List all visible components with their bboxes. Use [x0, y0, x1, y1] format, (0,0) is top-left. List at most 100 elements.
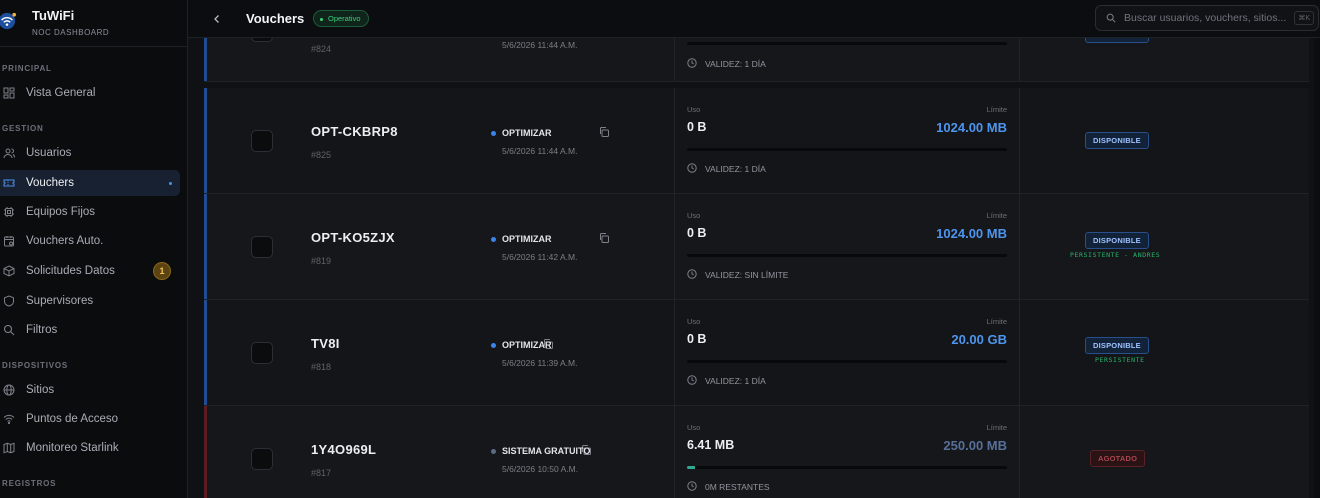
sidebar-item-equipos-fijos[interactable]: Equipos Fijos	[0, 199, 180, 225]
uso-label: Uso	[687, 211, 701, 220]
brand: TuWiFi NOC DASHBOARD	[0, 0, 187, 46]
validity: VALIDEZ: 1 DÍA	[705, 59, 766, 69]
ticket-icon	[3, 177, 15, 189]
voucher-id: #825	[311, 150, 332, 160]
active-indicator	[169, 181, 172, 185]
wifi-icon	[3, 413, 15, 425]
row-accent	[204, 406, 207, 498]
voucher-plan: OPTIMIZAR	[502, 128, 552, 138]
wifi-logo-icon	[0, 12, 16, 30]
sidebar-item-solicitudes-datos[interactable]: Solicitudes Datos 1	[0, 258, 180, 284]
voucher-row[interactable]: 1Y4O969L #817 SISTEMA GRATUITO 5/6/2026 …	[204, 406, 1309, 498]
sidebar-item-label: Supervisores	[26, 295, 94, 307]
voucher-id: #818	[311, 362, 332, 372]
validity: VALIDEZ: 1 DÍA	[705, 164, 766, 174]
clock-icon	[687, 269, 697, 279]
clock-icon	[687, 481, 697, 491]
voucher-row[interactable]: OPT-KO5ZJX #819 OPTIMIZAR 5/6/2026 11:42…	[204, 194, 1309, 300]
persistent-tag: PERSISTENTE	[1095, 356, 1145, 364]
voucher-plan: SISTEMA GRATUITO	[502, 446, 591, 456]
limite-value: 1024.00 MB	[936, 226, 1007, 241]
status-badge: AGOTADO	[1090, 450, 1146, 467]
status-badge: DISPONIBLE	[1085, 232, 1149, 249]
map-icon	[3, 442, 15, 454]
usage-panel: Uso Límite 0 B 1024.00 MB VALIDEZ: SIN L…	[674, 194, 1020, 300]
sidebar-item-label: Monitoreo Starlink	[26, 442, 119, 454]
row-accent	[204, 194, 207, 299]
voucher-date: 5/6/2026 11:44 A.M.	[502, 146, 578, 156]
sidebar-item-sitios[interactable]: Sitios	[0, 377, 180, 403]
sidebar-item-label: Usuarios	[26, 147, 72, 159]
sidebar-item-label: Vista General	[26, 87, 96, 99]
shield-icon	[3, 295, 15, 307]
count-badge: 1	[153, 262, 171, 280]
row-checkbox[interactable]	[251, 342, 273, 364]
sidebar-item-label: Solicitudes Datos	[26, 265, 115, 277]
row-checkbox[interactable]	[251, 236, 273, 258]
sidebar: TuWiFi NOC DASHBOARD PRINCIPAL Vista Gen…	[0, 0, 188, 498]
copy-icon[interactable]	[598, 231, 610, 243]
voucher-code: OPT-KO5ZJX	[311, 230, 395, 245]
chip-icon	[3, 206, 15, 218]
voucher-id: #824	[311, 44, 332, 54]
uso-value: 0 B	[687, 120, 707, 134]
search-input[interactable]	[1124, 12, 1292, 24]
limite-value: 20.00 GB	[951, 332, 1007, 347]
status-label: Operativo	[328, 14, 361, 23]
validity: VALIDEZ: SIN LÍMITE	[705, 270, 789, 280]
calendar-icon	[3, 235, 15, 247]
divider	[0, 46, 187, 47]
sidebar-item-filtros[interactable]: Filtros	[0, 317, 180, 343]
header: Vouchers Operativo ⌘K	[188, 0, 1320, 38]
section-label-gestion: GESTION	[2, 124, 44, 133]
shortcut-hint: ⌘K	[1294, 11, 1314, 25]
sidebar-item-monitoreo-starlink[interactable]: Monitoreo Starlink	[0, 435, 180, 461]
uso-value: 6.41 MB	[687, 438, 735, 452]
plan-dot-icon	[491, 343, 496, 348]
plan-dot-icon	[491, 449, 496, 454]
validity: 0M RESTANTES	[705, 482, 770, 492]
globe-icon	[3, 384, 15, 396]
sidebar-item-usuarios[interactable]: Usuarios	[0, 140, 180, 166]
page-title: Vouchers	[246, 11, 305, 26]
voucher-plan: OPTIMIZAR	[502, 234, 552, 244]
sidebar-item-supervisores[interactable]: Supervisores	[0, 288, 180, 314]
clock-icon	[687, 58, 697, 68]
sidebar-item-label: Vouchers	[26, 177, 74, 189]
row-checkbox[interactable]	[251, 448, 273, 470]
usage-bar	[687, 360, 1007, 363]
voucher-date: 5/6/2026 10:50 A.M.	[502, 464, 579, 474]
box-icon	[3, 265, 15, 277]
copy-icon[interactable]	[598, 125, 610, 137]
search-icon	[1106, 13, 1116, 23]
sidebar-item-vista-general[interactable]: Vista General	[0, 80, 180, 106]
sidebar-item-label: Sitios	[26, 384, 55, 396]
scrollbar[interactable]	[1314, 38, 1320, 498]
voucher-row[interactable]: TV8I #818 OPTIMIZAR 5/6/2026 11:39 A.M. …	[204, 300, 1309, 406]
sidebar-item-vouchers[interactable]: Vouchers	[0, 170, 180, 196]
section-label-principal: PRINCIPAL	[2, 64, 52, 73]
sidebar-item-vouchers-auto[interactable]: Vouchers Auto.	[0, 228, 180, 254]
sidebar-item-label: Filtros	[26, 324, 58, 336]
sidebar-item-puntos-de-acceso[interactable]: Puntos de Acceso	[0, 406, 180, 432]
limite-label: Límite	[986, 211, 1007, 220]
persistent-tag: PERSISTENTE - ANDRES	[1070, 251, 1161, 259]
row-accent	[204, 88, 207, 193]
limite-value: 250.00 MB	[943, 438, 1007, 453]
usage-panel: Uso Límite 6.41 MB 250.00 MB 0M RESTANTE…	[674, 406, 1020, 498]
sidebar-item-label: Vouchers Auto.	[26, 235, 104, 247]
voucher-row[interactable]: OPT-CKBRP8 #825 OPTIMIZAR 5/6/2026 11:44…	[204, 88, 1309, 194]
search-box[interactable]: ⌘K	[1095, 5, 1319, 31]
voucher-date: 5/6/2026 11:42 A.M.	[502, 252, 578, 262]
uso-value: 0 B	[687, 226, 707, 240]
section-label-dispositivos: DISPOSITIVOS	[2, 361, 69, 370]
row-checkbox[interactable]	[251, 130, 273, 152]
back-button[interactable]	[208, 10, 226, 28]
voucher-id: #817	[311, 468, 332, 478]
status-badge: DISPONIBLE	[1085, 337, 1149, 354]
voucher-date: 5/6/2026 11:39 A.M.	[502, 358, 578, 368]
main-content: Vouchers Operativo ⌘K #824 5/6/2026 11:4…	[188, 0, 1320, 498]
uso-value: 0 B	[687, 332, 707, 346]
uso-label: Uso	[687, 317, 701, 326]
status-dot-icon	[320, 18, 323, 21]
